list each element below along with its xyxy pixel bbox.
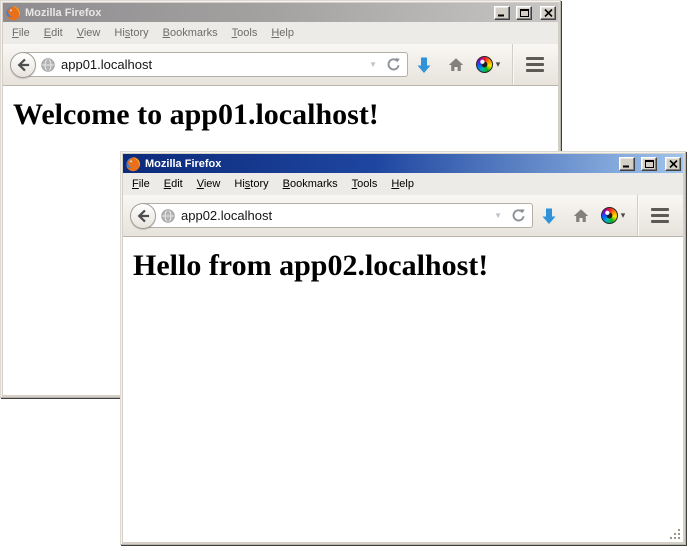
menu-history[interactable]: History bbox=[107, 24, 155, 42]
toolbar-separator bbox=[512, 44, 513, 85]
menu-help[interactable]: Help bbox=[384, 175, 421, 193]
back-arrow-icon bbox=[16, 58, 30, 72]
firefox-icon[interactable] bbox=[5, 5, 21, 21]
minimize-button[interactable] bbox=[619, 157, 635, 171]
extension-caret-icon: ▾ bbox=[496, 59, 501, 70]
menu-bar: File Edit View History Bookmarks Tools H… bbox=[123, 173, 683, 195]
url-bar[interactable]: ▼ bbox=[142, 203, 533, 228]
maximize-button[interactable] bbox=[516, 6, 532, 20]
menu-file[interactable]: File bbox=[5, 24, 37, 42]
reload-icon bbox=[386, 57, 401, 72]
menu-view[interactable]: View bbox=[70, 24, 108, 42]
reload-button[interactable] bbox=[383, 57, 404, 72]
app-menu-button[interactable] bbox=[644, 201, 676, 231]
menu-tools[interactable]: Tools bbox=[225, 24, 265, 42]
menu-bookmarks[interactable]: Bookmarks bbox=[156, 24, 225, 42]
download-arrow-icon bbox=[541, 207, 557, 225]
reload-button[interactable] bbox=[508, 208, 529, 223]
url-input[interactable] bbox=[181, 208, 488, 223]
titlebar[interactable]: Mozilla Firefox bbox=[3, 3, 558, 22]
download-button[interactable] bbox=[533, 201, 565, 231]
reload-icon bbox=[511, 208, 526, 223]
menu-help[interactable]: Help bbox=[264, 24, 301, 42]
close-button[interactable] bbox=[540, 6, 556, 20]
toolbar-separator bbox=[637, 195, 638, 236]
back-arrow-icon bbox=[136, 209, 150, 223]
home-button[interactable] bbox=[440, 50, 472, 80]
color-wheel-icon bbox=[601, 207, 618, 224]
hamburger-icon bbox=[651, 208, 669, 223]
titlebar[interactable]: Mozilla Firefox bbox=[123, 154, 683, 173]
maximize-icon bbox=[645, 160, 654, 168]
page-heading: Hello from app02.localhost! bbox=[133, 249, 683, 283]
maximize-icon bbox=[520, 9, 529, 17]
url-input[interactable] bbox=[61, 57, 363, 72]
minimize-icon bbox=[498, 9, 506, 17]
download-button[interactable] bbox=[408, 50, 440, 80]
urlbar-dropdown-icon[interactable]: ▼ bbox=[488, 211, 508, 220]
color-picker-extension-button[interactable]: ▾ bbox=[472, 50, 504, 80]
close-icon bbox=[544, 9, 553, 17]
close-icon bbox=[669, 160, 678, 168]
menu-edit[interactable]: Edit bbox=[37, 24, 70, 42]
menu-file[interactable]: File bbox=[125, 175, 157, 193]
color-wheel-icon bbox=[476, 56, 493, 73]
site-identity-globe-icon[interactable] bbox=[41, 58, 55, 72]
navigation-toolbar: ▼ ▾ bbox=[123, 195, 683, 237]
menu-view[interactable]: View bbox=[190, 175, 228, 193]
urlbar-dropdown-icon[interactable]: ▼ bbox=[363, 60, 383, 69]
url-bar[interactable]: ▼ bbox=[22, 52, 408, 77]
back-button[interactable] bbox=[130, 203, 156, 229]
menu-tools[interactable]: Tools bbox=[345, 175, 385, 193]
page-content-app02: Hello from app02.localhost! bbox=[123, 237, 683, 542]
maximize-button[interactable] bbox=[641, 157, 657, 171]
color-picker-extension-button[interactable]: ▾ bbox=[597, 201, 629, 231]
hamburger-icon bbox=[526, 57, 544, 72]
menu-bar: File Edit View History Bookmarks Tools H… bbox=[3, 22, 558, 44]
home-button[interactable] bbox=[565, 201, 597, 231]
window-title: Mozilla Firefox bbox=[145, 158, 615, 170]
extension-caret-icon: ▾ bbox=[621, 210, 626, 221]
firefox-window-app02: Mozilla Firefox File Edit View History B… bbox=[120, 151, 686, 545]
menu-bookmarks[interactable]: Bookmarks bbox=[276, 175, 345, 193]
firefox-icon[interactable] bbox=[125, 156, 141, 172]
navigation-toolbar: ▼ ▾ bbox=[3, 44, 558, 86]
app-menu-button[interactable] bbox=[519, 50, 551, 80]
menu-history[interactable]: History bbox=[227, 175, 275, 193]
minimize-button[interactable] bbox=[494, 6, 510, 20]
menu-edit[interactable]: Edit bbox=[157, 175, 190, 193]
page-heading: Welcome to app01.localhost! bbox=[13, 98, 558, 132]
window-title: Mozilla Firefox bbox=[25, 7, 490, 19]
home-icon bbox=[573, 208, 589, 223]
home-icon bbox=[448, 57, 464, 72]
minimize-icon bbox=[623, 160, 631, 168]
back-button[interactable] bbox=[10, 52, 36, 78]
close-button[interactable] bbox=[665, 157, 681, 171]
resize-grip[interactable] bbox=[669, 528, 682, 541]
download-arrow-icon bbox=[416, 56, 432, 74]
site-identity-globe-icon[interactable] bbox=[161, 209, 175, 223]
